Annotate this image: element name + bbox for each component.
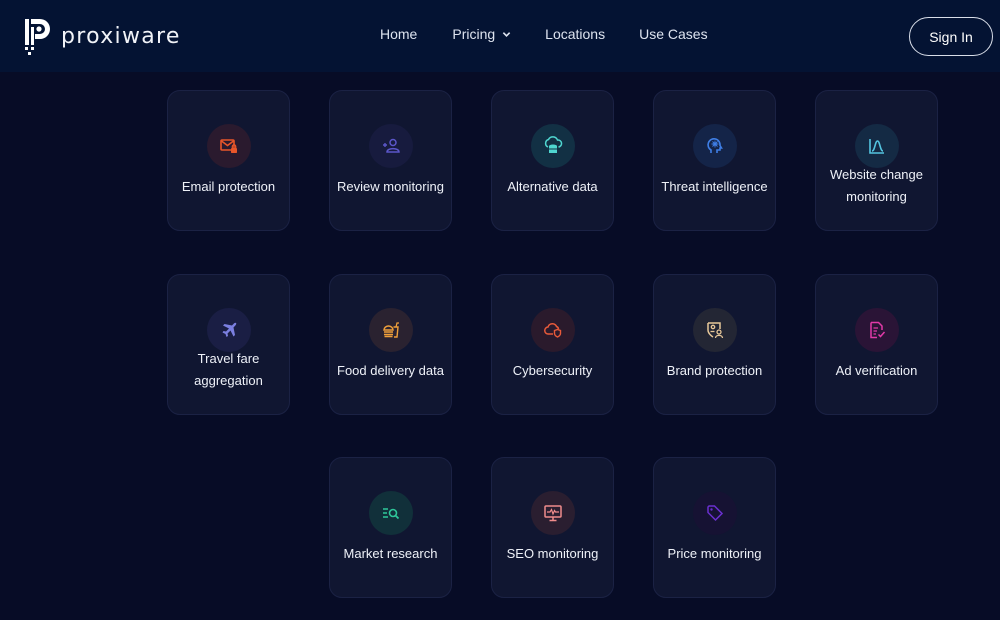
icon-circle xyxy=(369,308,413,352)
use-case-label: Threat intelligence xyxy=(661,179,768,194)
airplane-icon xyxy=(222,322,237,337)
icon-circle xyxy=(855,124,899,168)
use-case-card-cybersecurity[interactable]: Cybersecurity xyxy=(491,274,614,415)
icon-circle xyxy=(369,124,413,168)
nav-pricing-label: Pricing xyxy=(452,26,496,42)
cloud-shield-icon xyxy=(544,322,562,338)
nav-home-label: Home xyxy=(380,26,418,42)
use-case-label: Price monitoring xyxy=(667,546,762,561)
use-case-label: Market research xyxy=(343,546,438,561)
shield-users-icon xyxy=(707,322,724,339)
use-case-label: SEO monitoring xyxy=(506,546,599,561)
price-tag-icon xyxy=(707,505,724,522)
use-case-label: Ad verification xyxy=(835,363,918,378)
email-lock-icon xyxy=(220,139,237,153)
use-case-card-market-research[interactable]: Market research xyxy=(329,457,452,598)
nav-use-cases[interactable]: Use Cases xyxy=(639,26,707,42)
use-case-card-food-delivery-data[interactable]: Food delivery data xyxy=(329,274,452,415)
use-case-label: Food delivery data xyxy=(337,363,444,378)
nav-locations-label: Locations xyxy=(545,26,606,42)
icon-circle xyxy=(531,124,575,168)
nav-locations[interactable]: Locations xyxy=(545,26,605,42)
use-case-label: Website change monitoring xyxy=(830,167,923,204)
nav-home[interactable]: Home xyxy=(380,26,417,42)
use-case-card-website-change-monitoring[interactable]: Website change monitoring xyxy=(815,90,938,231)
main-nav: Home Pricing Locations Use Cases xyxy=(380,26,708,42)
use-case-card-travel-fare-aggregation[interactable]: Travel fare aggregation xyxy=(167,274,290,415)
use-case-card-price-monitoring[interactable]: Price monitoring xyxy=(653,457,776,598)
use-case-label: Email protection xyxy=(181,179,276,194)
burger-drink-icon xyxy=(383,322,399,338)
use-case-card-threat-intelligence[interactable]: Threat intelligence xyxy=(653,90,776,231)
nav-use-cases-label: Use Cases xyxy=(639,26,708,42)
proxiware-logo-icon xyxy=(25,19,50,55)
icon-circle xyxy=(855,308,899,352)
use-case-label: Cybersecurity xyxy=(512,363,593,378)
chevron-down-icon xyxy=(502,31,511,37)
brand-name: proxiware xyxy=(61,23,181,49)
brand-logo[interactable]: proxiware xyxy=(24,17,181,55)
use-case-card-brand-protection[interactable]: Brand protection xyxy=(653,274,776,415)
use-case-label: Travel fare aggregation xyxy=(194,351,263,388)
cloud-database-icon xyxy=(544,136,563,153)
use-case-card-review-monitoring[interactable]: Review monitoring xyxy=(329,90,452,231)
top-navbar: proxiware Home Pricing Locations Use Cas… xyxy=(0,0,1000,72)
use-case-label: Brand protection xyxy=(666,363,763,378)
monitor-pulse-icon xyxy=(544,505,562,522)
use-case-card-seo-monitoring[interactable]: SEO monitoring xyxy=(491,457,614,598)
nav-pricing[interactable]: Pricing xyxy=(452,26,511,42)
icon-circle xyxy=(369,491,413,535)
sign-in-button[interactable]: Sign In xyxy=(909,17,993,56)
use-case-label: Review monitoring xyxy=(337,179,444,194)
icon-circle xyxy=(207,124,251,168)
icon-circle xyxy=(693,124,737,168)
icon-circle xyxy=(693,308,737,352)
icon-circle xyxy=(693,491,737,535)
list-search-icon xyxy=(383,508,400,520)
icon-circle xyxy=(207,308,251,352)
icon-circle xyxy=(531,491,575,535)
user-review-icon xyxy=(383,138,400,153)
icon-circle xyxy=(531,308,575,352)
chart-curve-icon xyxy=(869,139,884,154)
brain-head-icon xyxy=(707,138,723,153)
document-check-icon xyxy=(870,321,886,339)
use-case-label: Alternative data xyxy=(507,179,598,194)
use-case-card-alternative-data[interactable]: Alternative data xyxy=(491,90,614,231)
use-case-card-email-protection[interactable]: Email protection xyxy=(167,90,290,231)
use-case-card-ad-verification[interactable]: Ad verification xyxy=(815,274,938,415)
